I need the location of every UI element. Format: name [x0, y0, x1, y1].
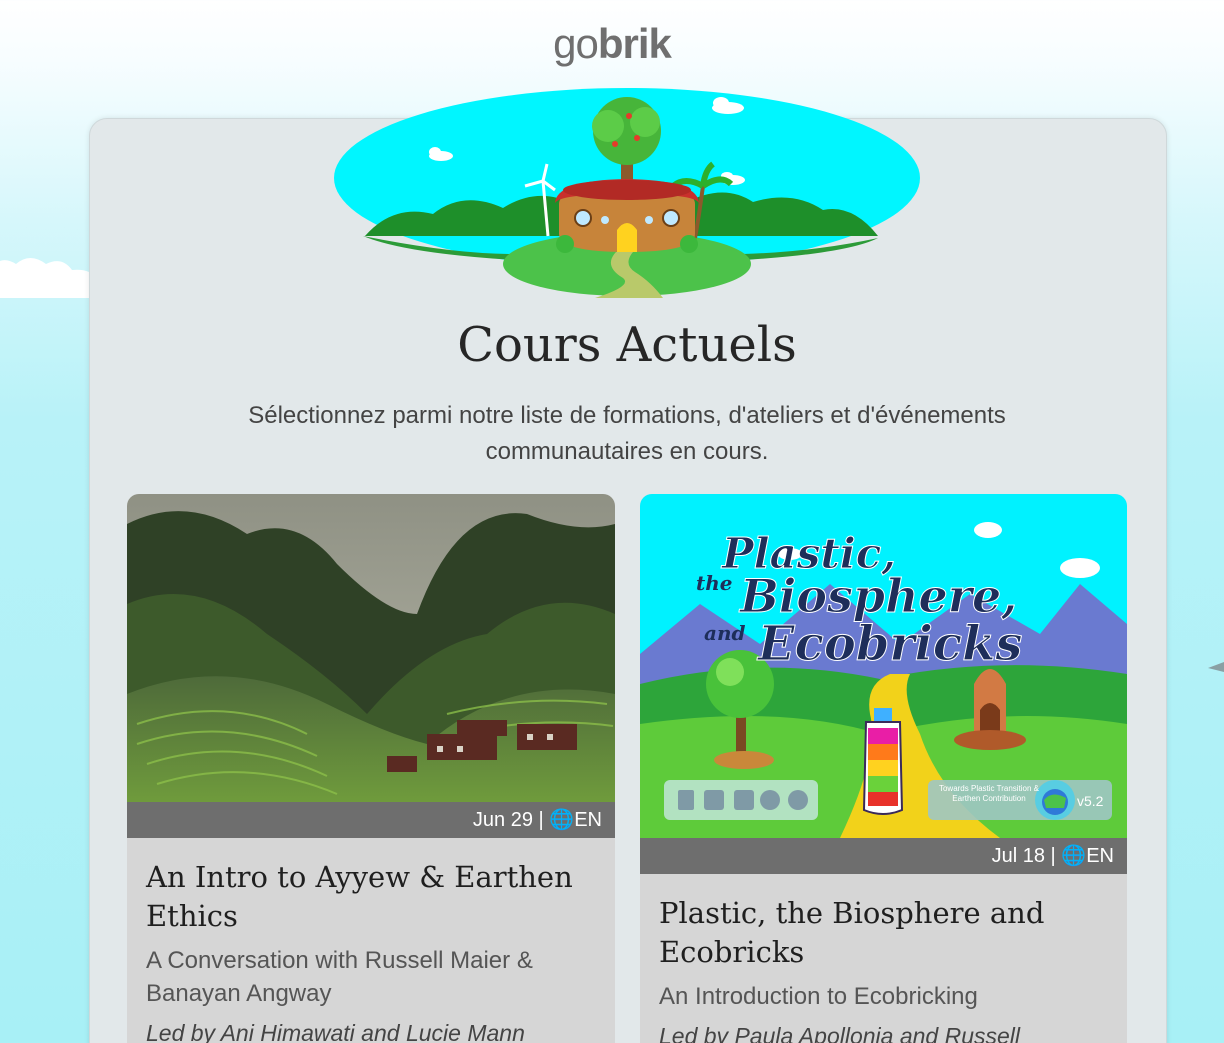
course-card[interactable]: Jun 29 | 🌐EN An Intro to Ayyew & Earthen… — [127, 494, 615, 1043]
page-title: Cours Actuels — [457, 317, 797, 373]
logo-go: go — [553, 20, 599, 67]
page-subtitle: Sélectionnez parmi notre liste de format… — [248, 402, 1006, 465]
course-date-language: Jul 18 | 🌐EN — [640, 838, 1127, 874]
poster-title-the: the — [696, 571, 733, 595]
background-plane-icon — [1208, 662, 1224, 672]
course-date: Jun 29 — [472, 809, 533, 831]
course-language: EN — [574, 809, 602, 831]
poster-badge-text: Towards Plastic Transition & Earthen Con… — [938, 784, 1040, 803]
poster-title-line3: Ecobricks — [756, 616, 1022, 672]
course-date-language: Jun 29 | 🌐EN — [127, 802, 615, 838]
course-language: EN — [1086, 845, 1114, 867]
poster-title-and: and — [704, 621, 746, 645]
course-subtitle: An Introduction to Ecobricking — [659, 983, 978, 1010]
course-date: Jul 18 — [991, 845, 1045, 867]
gobrik-logo[interactable]: gobrik — [0, 18, 1224, 70]
course-title[interactable]: An Intro to Ayyew & Earthen Ethics — [146, 858, 596, 936]
globe-icon: 🌐 — [549, 809, 575, 831]
poster-badge-version: v5.2 — [1077, 793, 1104, 809]
plastic-biosphere-poster: Plastic, the Biosphere, and Ecobricks To… — [640, 494, 1127, 838]
course-leaders: Led by Ani Himawati and Lucie Mann — [146, 1020, 525, 1043]
background-cloud — [0, 258, 100, 298]
meta-separator: | — [1044, 845, 1062, 867]
poster-title-line2: Biosphere, — [738, 569, 1017, 623]
logo-brik: brik — [597, 20, 672, 67]
course-subtitle: A Conversation with Russell Maier & Bana… — [146, 947, 533, 1007]
course-card[interactable]: Plastic, the Biosphere, and Ecobricks To… — [640, 494, 1127, 1043]
globe-icon: 🌐 — [1061, 845, 1087, 867]
course-title[interactable]: Plastic, the Biosphere and Ecobricks — [659, 894, 1108, 972]
terraced-valley-photo — [127, 494, 615, 802]
meta-separator: | — [532, 809, 550, 831]
earthen-house-illustration — [334, 88, 920, 298]
course-leaders: Led by Paula Apollonia and Russell — [659, 1023, 1021, 1043]
